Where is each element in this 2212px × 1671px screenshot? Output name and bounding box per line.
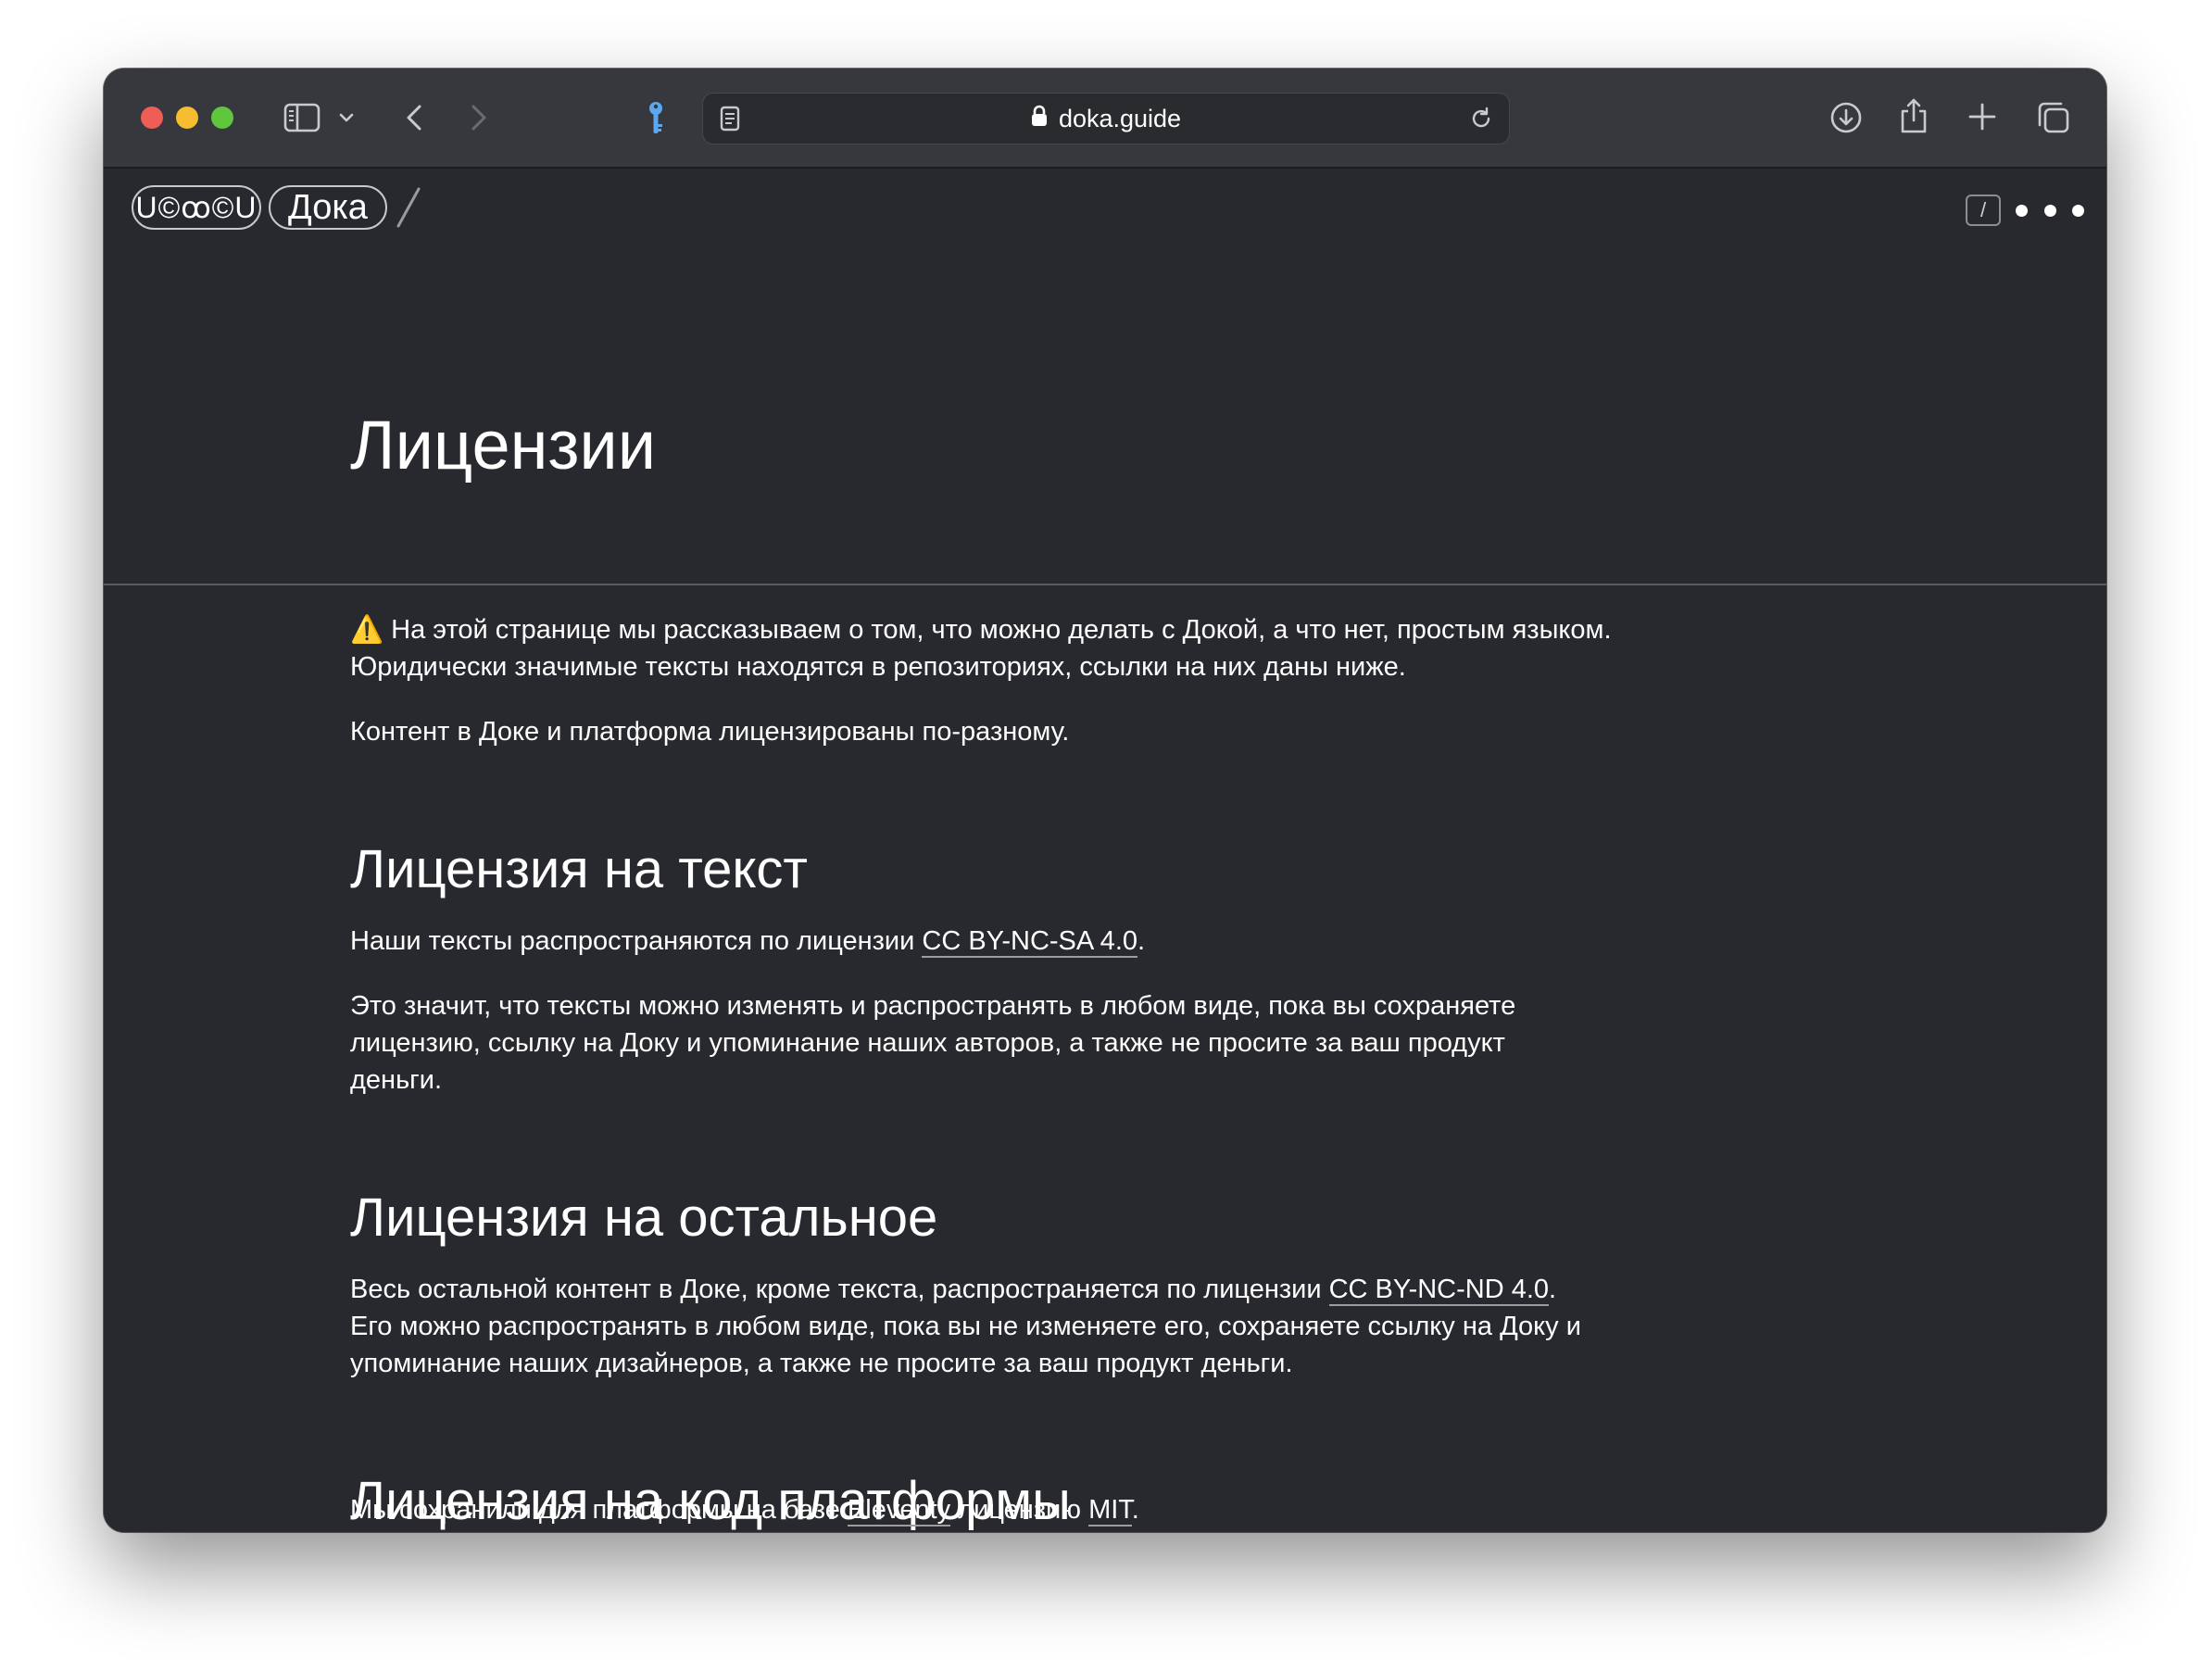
sidebar-icon[interactable] bbox=[283, 100, 320, 135]
chevron-down-icon[interactable] bbox=[337, 104, 356, 132]
platform-text-middle: лицензию bbox=[950, 1495, 1089, 1525]
plus-icon[interactable] bbox=[1967, 102, 1997, 132]
text-license-explanation: Это значит, что тексты можно изменять и … bbox=[350, 987, 1740, 1099]
intro-line-2: Юридически значимые тексты находятся в р… bbox=[350, 652, 1406, 682]
home-link-label: Дока bbox=[288, 187, 368, 227]
reload-icon[interactable] bbox=[1466, 104, 1496, 133]
explanation-line-3: деньги. bbox=[350, 1065, 443, 1095]
warning-icon: ⚠️ bbox=[350, 615, 384, 645]
intro-line-1: На этой странице мы рассказываем о том, … bbox=[391, 615, 1612, 645]
cc-by-nc-sa-link[interactable]: CC BY-NC-SA 4.0 bbox=[922, 926, 1137, 958]
other-line-2: Его можно распространять в любом виде, п… bbox=[350, 1312, 1581, 1341]
explanation-line-2: лицензию, ссылку на Доку и упоминание на… bbox=[350, 1028, 1505, 1058]
site-logo[interactable]: U©ꝏ©U bbox=[132, 185, 261, 230]
dot-icon bbox=[2072, 204, 2084, 217]
mit-link[interactable]: MIT bbox=[1088, 1495, 1132, 1527]
home-link[interactable]: Дока bbox=[269, 185, 387, 230]
back-icon[interactable] bbox=[402, 102, 426, 133]
intro-paragraph-2: Контент в Доке и платформа лицензированы… bbox=[350, 717, 1070, 747]
other-license-paragraph: Весь остальной контент в Доке, кроме тек… bbox=[350, 1271, 1740, 1382]
platform-license-container: Мы сохранили для платформы на базе Eleve… bbox=[350, 1491, 1740, 1532]
url-text: doka.guide bbox=[1058, 104, 1182, 132]
zoom-window-button[interactable] bbox=[211, 107, 233, 129]
browser-toolbar: doka.guide bbox=[104, 69, 2106, 169]
site-logo-text: U©ꝏ©U bbox=[135, 191, 258, 224]
close-window-button[interactable] bbox=[141, 107, 163, 129]
platform-license-paragraph: Мы сохранили для платформы на базе Eleve… bbox=[350, 1491, 1740, 1528]
address-bar[interactable]: doka.guide bbox=[702, 93, 1510, 144]
address-display: doka.guide bbox=[703, 94, 1509, 144]
web-page: U©ꝏ©U Дока / Лицензии ⚠️ На этой страниц… bbox=[104, 169, 2106, 1532]
search-shortcut-button[interactable]: / bbox=[1966, 195, 2001, 226]
platform-text-after: . bbox=[1131, 1495, 1139, 1525]
cc-by-nc-nd-link[interactable]: CC BY-NC-ND 4.0 bbox=[1328, 1275, 1550, 1306]
other-line-1: Весь остальной контент в Доке, кроме тек… bbox=[350, 1275, 1329, 1304]
share-icon[interactable] bbox=[1897, 96, 1930, 135]
browser-window: doka.guide U©ꝏ©U Дока / Лицензии ⚠️ На э… bbox=[104, 69, 2106, 1532]
download-icon[interactable] bbox=[1829, 100, 1864, 135]
section-heading-other-license: Лицензия на остальное bbox=[350, 1187, 938, 1248]
page-title: Лицензии bbox=[350, 407, 657, 484]
forward-icon[interactable] bbox=[467, 102, 491, 133]
other-line-1-period: . bbox=[1549, 1275, 1557, 1304]
more-menu-button[interactable] bbox=[2016, 202, 2084, 219]
text-license-text: Наши тексты распространяются по лицензии bbox=[350, 926, 923, 956]
text-license-period: . bbox=[1137, 926, 1146, 956]
search-shortcut-key: / bbox=[1979, 198, 1987, 221]
text-license-paragraph: Наши тексты распространяются по лицензии… bbox=[350, 923, 1740, 960]
dot-icon bbox=[2016, 204, 2028, 217]
lock-icon bbox=[1031, 105, 1048, 133]
intro-paragraph: ⚠️ На этой странице мы рассказываем о то… bbox=[350, 611, 1740, 685]
tabs-overview-icon[interactable] bbox=[2036, 100, 2071, 135]
eleventy-link[interactable]: Eleventy bbox=[847, 1495, 951, 1527]
section-heading-text-license: Лицензия на текст bbox=[350, 839, 808, 899]
key-icon[interactable] bbox=[645, 98, 667, 139]
title-divider bbox=[104, 584, 2106, 585]
explanation-line-1: Это значит, что тексты можно изменять и … bbox=[350, 991, 1516, 1021]
minimize-window-button[interactable] bbox=[176, 107, 198, 129]
breadcrumb-separator bbox=[395, 185, 422, 230]
platform-text-before: Мы сохранили для платформы на базе bbox=[350, 1495, 848, 1525]
other-line-3: упоминание наших дизайнеров, а также не … bbox=[350, 1349, 1293, 1378]
dot-icon bbox=[2043, 204, 2056, 217]
